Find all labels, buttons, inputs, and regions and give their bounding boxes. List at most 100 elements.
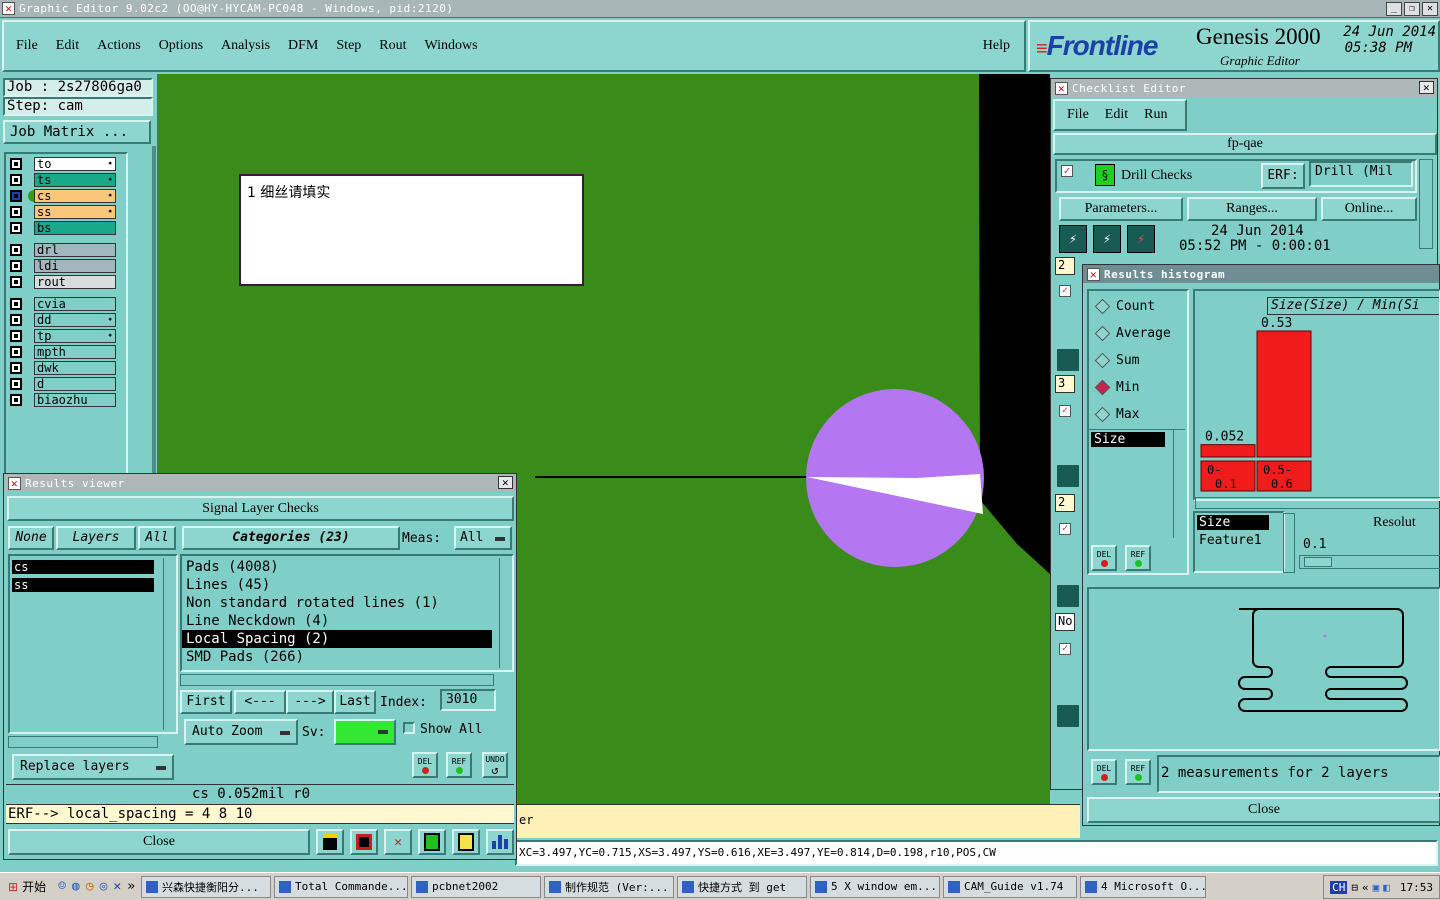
side-checkbox-3[interactable]: ✓ <box>1059 523 1071 535</box>
thresh-icon[interactable] <box>316 829 344 855</box>
category-item[interactable]: Pads (4008) <box>182 558 512 576</box>
side-checkbox-2[interactable]: ✓ <box>1059 405 1071 417</box>
menu-file[interactable]: File <box>16 38 38 54</box>
taskbar-item[interactable]: CAM_Guide v1.74 <box>943 875 1078 898</box>
run-icon[interactable]: ⚡ <box>1093 225 1121 253</box>
layer-row-drl[interactable]: drl <box>6 242 126 258</box>
histogram-close-button[interactable]: Close <box>1087 797 1440 823</box>
refresh-icon[interactable]: ◎ <box>100 879 108 894</box>
size-list-scrollbar[interactable] <box>1173 430 1185 538</box>
layer-name[interactable]: bs <box>34 221 116 235</box>
fields-scrollbar[interactable] <box>1283 513 1295 573</box>
report-icon[interactable] <box>418 829 446 855</box>
layer-result-ss[interactable]: ss <box>12 578 154 592</box>
results-close-button[interactable]: Close <box>8 829 310 855</box>
meas-dropdown[interactable]: All <box>454 526 512 550</box>
layer-checkbox[interactable] <box>10 260 22 272</box>
ref-button[interactable]: REF <box>446 752 472 778</box>
layer-row-dd[interactable]: dd ⬩ <box>6 312 126 328</box>
tray-icon[interactable]: ⊟ <box>1351 881 1358 894</box>
feature-field[interactable]: Feature1 <box>1197 533 1283 548</box>
menu-dfm[interactable]: DFM <box>288 38 318 54</box>
layer-checkbox[interactable] <box>10 298 22 310</box>
layer-row-to[interactable]: to ⬩ <box>6 156 126 172</box>
category-item[interactable]: SMD Pads (266) <box>182 648 512 666</box>
show-all-checkbox[interactable] <box>403 722 415 734</box>
taskbar-item[interactable]: 4 Microsoft O... <box>1080 875 1207 898</box>
layer-checkbox[interactable] <box>10 244 22 256</box>
histogram-bar[interactable] <box>1200 444 1256 458</box>
layer-row-d[interactable]: d <box>6 376 126 392</box>
aggregate-option-count[interactable]: Count <box>1089 293 1187 320</box>
taskbar-item[interactable]: pcbnet2002 <box>411 875 542 898</box>
side-checkbox-1[interactable]: ✓ <box>1059 285 1071 297</box>
ranges-button[interactable]: Ranges... <box>1187 197 1317 221</box>
layer-name[interactable]: dd ⬩ <box>34 313 116 327</box>
layer-checkbox[interactable] <box>10 314 22 326</box>
taskbar-item[interactable]: 快捷方式 到 get <box>677 875 808 898</box>
layer-results-list[interactable]: cs ss <box>8 554 178 734</box>
results-viewer-close-icon[interactable]: ✕ <box>498 476 513 489</box>
exclude-icon[interactable]: ✕ <box>384 829 412 855</box>
side-run-icon-2[interactable] <box>1057 465 1079 487</box>
first-button[interactable]: First <box>180 690 232 714</box>
job-matrix-button[interactable]: Job Matrix ... <box>3 120 151 144</box>
parameters-button[interactable]: Parameters... <box>1059 197 1183 221</box>
erf-button[interactable]: ERF: <box>1261 163 1305 189</box>
replace-layers-dropdown[interactable]: Replace layers <box>12 754 174 780</box>
start-button[interactable]: ⊞ 开始 <box>2 876 52 898</box>
chart-hscroll[interactable] <box>1195 497 1440 509</box>
undo-button[interactable]: UNDO ↺ <box>482 752 508 778</box>
layers-button[interactable]: Layers <box>56 526 136 550</box>
layer-checkbox[interactable] <box>10 276 22 288</box>
checklist-close-icon[interactable]: ✕ <box>1419 81 1434 94</box>
layer-name[interactable]: to ⬩ <box>34 157 116 171</box>
layer-name[interactable]: ss ⬩ <box>34 205 116 219</box>
menu-windows[interactable]: Windows <box>425 38 478 54</box>
tray-expand-icon[interactable]: « <box>1362 881 1369 894</box>
layer-name[interactable]: ts ⬩ <box>34 173 116 187</box>
online-button[interactable]: Online... <box>1321 197 1417 221</box>
layer-checkbox[interactable] <box>10 362 22 374</box>
layer-checkbox[interactable] <box>10 346 22 358</box>
menu-actions[interactable]: Actions <box>97 38 141 54</box>
aggregate-option-sum[interactable]: Sum <box>1089 347 1187 374</box>
close-button[interactable]: ✕ <box>1422 2 1438 16</box>
resolution-slider[interactable] <box>1299 555 1440 569</box>
layer-checkbox[interactable] <box>10 378 22 390</box>
category-item[interactable]: Local Spacing (2) <box>182 630 492 648</box>
menu-options[interactable]: Options <box>159 38 203 54</box>
menu-help[interactable]: Help <box>983 38 1010 54</box>
layer-name[interactable]: cs ⬩ <box>34 189 116 203</box>
histogram-bar[interactable] <box>1256 330 1312 458</box>
categories-hscroll[interactable] <box>180 674 494 686</box>
del-button[interactable]: DEL <box>412 752 438 778</box>
volume-icon[interactable]: ◧ <box>1383 881 1390 894</box>
all-layers-button[interactable]: All <box>138 526 176 550</box>
taskbar-item[interactable]: 兴森快捷衡阳分... <box>141 875 272 898</box>
layer-list-hscroll[interactable] <box>8 736 158 748</box>
layer-name[interactable]: cvia <box>34 297 116 311</box>
run-icon[interactable]: ⚡ <box>1059 225 1087 253</box>
layer-name[interactable]: ldi <box>34 259 116 273</box>
categories-scrollbar[interactable] <box>499 558 511 668</box>
checklist-menu-run[interactable]: Run <box>1144 107 1167 123</box>
prev-button[interactable]: <--- <box>234 690 286 714</box>
layer-row-tp[interactable]: tp ⬩ <box>6 328 126 344</box>
aggregate-option-average[interactable]: Average <box>1089 320 1187 347</box>
size-field[interactable]: Size <box>1197 515 1269 530</box>
erf-field[interactable]: Drill (Mil <box>1309 161 1413 187</box>
hist-ref-button-2[interactable]: REF <box>1125 759 1151 785</box>
layer-name[interactable]: rout <box>34 275 116 289</box>
layer-row-biaozhu[interactable]: biaozhu <box>6 392 126 408</box>
menu-analysis[interactable]: Analysis <box>221 38 270 54</box>
taskbar-item[interactable]: 制作规范 (Ver:... <box>544 875 675 898</box>
layer-name[interactable]: d <box>34 377 116 391</box>
layer-row-cs[interactable]: cs ⬩ <box>6 188 126 204</box>
aggregate-option-min[interactable]: Min <box>1089 374 1187 401</box>
sv-color-dropdown[interactable] <box>334 719 396 745</box>
layer-row-ss[interactable]: ss ⬩ <box>6 204 126 220</box>
layer-checkbox[interactable] <box>10 206 22 218</box>
checklist-vscroll[interactable] <box>1419 159 1433 249</box>
x-icon[interactable]: ✕ <box>113 879 121 894</box>
